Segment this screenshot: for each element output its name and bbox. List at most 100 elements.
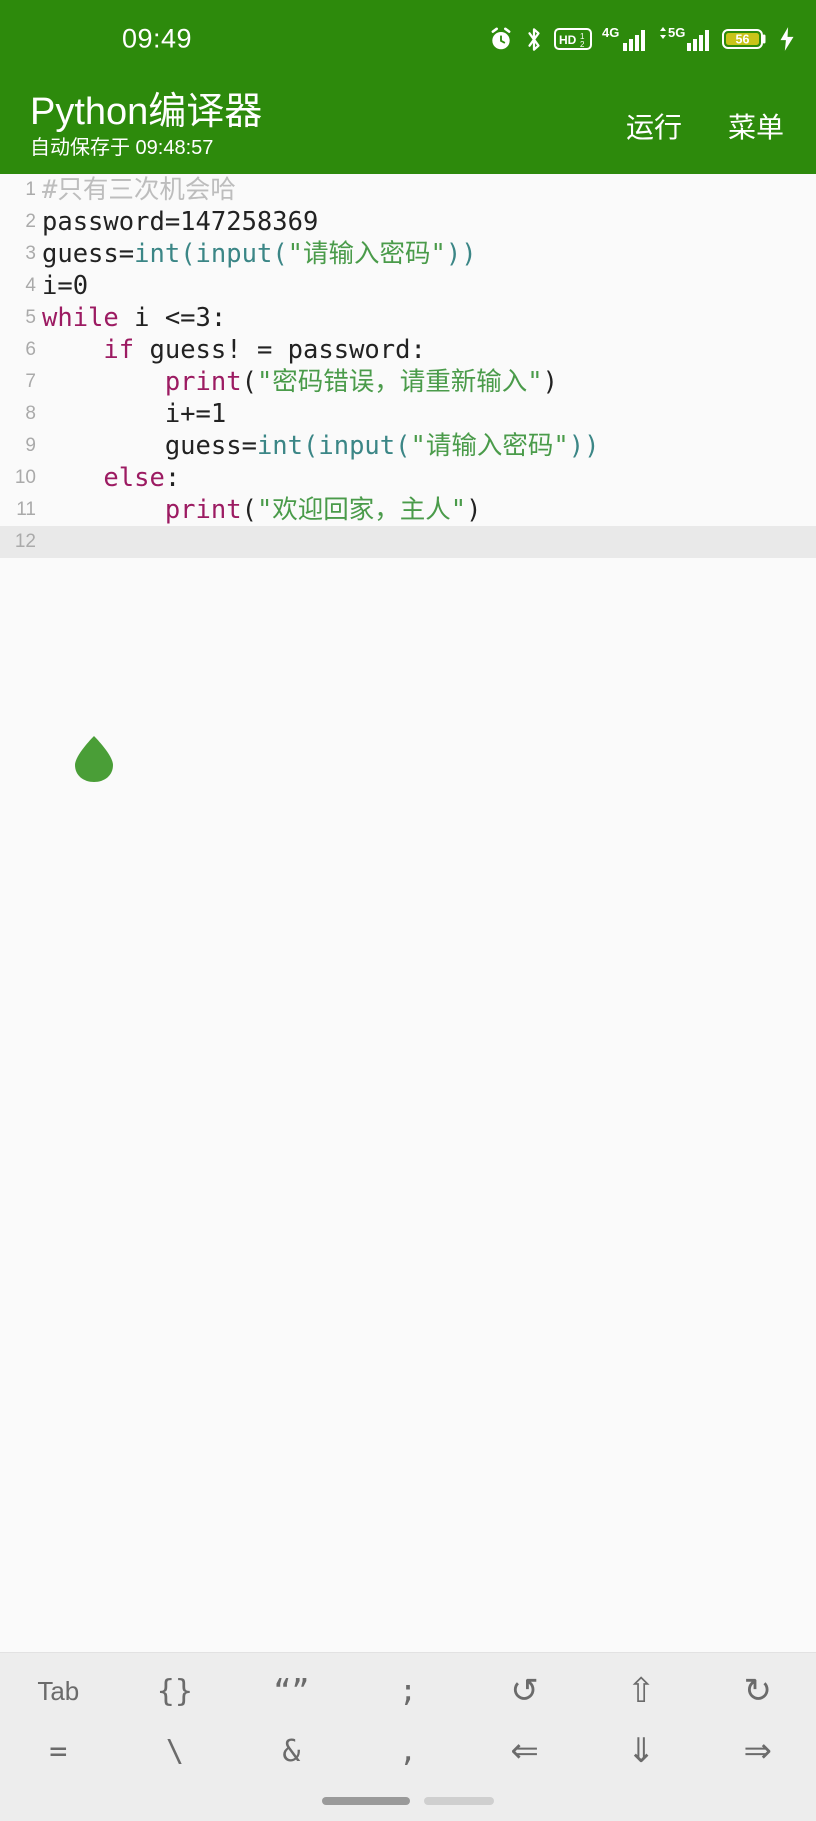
code-token: ) [568,431,585,461]
code-token: if [103,335,135,365]
key-redo[interactable]: ↻ [699,1671,816,1711]
key-arrow-up[interactable]: ⇧ [583,1671,700,1711]
key-semicolon[interactable]: ; [350,1674,467,1709]
menu-button[interactable]: 菜单 [728,106,784,146]
code-token: ) [445,239,462,269]
line-number: 5 [25,307,36,328]
code-line[interactable]: 1 #只有三次机会哈 [0,174,816,206]
key-ampersand[interactable]: & [233,1734,350,1769]
status-bar-icons: HD 1 2 4G 5G 56 [488,24,796,54]
code-line[interactable]: 5 while i <=3: [0,302,816,334]
battery-icon: 56 [722,26,768,52]
code-token: int [134,239,181,269]
signal-5g-icon: 5G [658,24,712,54]
key-undo[interactable]: ↺ [466,1671,583,1711]
status-bar: 09:49 HD 1 2 4G 5G 56 [0,0,816,78]
code-token: ) [542,367,559,397]
code-line[interactable]: 12 [0,526,816,558]
code-line-text[interactable]: print("欢迎回家，主人") [42,494,816,526]
code-line[interactable]: 8 i+=1 [0,398,816,430]
code-token: i <=3: [118,303,227,333]
line-number: 4 [25,275,36,296]
line-number: 10 [14,467,36,488]
nav-gesture-pill-primary[interactable] [322,1797,410,1805]
volte-hd-icon: HD 1 2 [554,26,592,52]
key-arrow-left[interactable]: ⇐ [466,1731,583,1771]
svg-text:HD: HD [559,33,577,47]
code-line[interactable]: 9 guess=int(input("请输入密码")) [0,430,816,462]
code-token: else [103,463,165,493]
code-token: ( [395,431,411,461]
key-arrow-down[interactable]: ⇓ [583,1731,700,1771]
line-number: 2 [25,211,36,232]
key-tab[interactable]: Tab [0,1676,117,1707]
code-token: input [318,431,396,461]
code-line-text[interactable]: guess=int(input("请输入密码")) [42,238,816,270]
code-token: ( [241,367,257,397]
code-token: i+=1 [42,399,227,429]
code-line[interactable]: 10 else: [0,462,816,494]
code-token: guess! = password: [134,335,426,365]
key-equals[interactable]: = [0,1734,117,1769]
nav-gesture-pill-secondary[interactable] [424,1797,494,1805]
autosave-status: 自动保存于 09:48:57 [30,137,214,160]
run-button[interactable]: 运行 [626,106,682,146]
svg-text:5G: 5G [668,25,685,40]
code-token: "请输入密码" [410,431,569,461]
code-line-text[interactable]: i+=1 [42,398,816,430]
line-number: 8 [25,403,36,424]
code-line-text[interactable]: print("密码错误，请重新输入") [42,366,816,398]
code-line-text[interactable]: i=0 [42,270,816,302]
app-bar: Python编译器 自动保存于 09:48:57 运行 菜单 [0,78,816,174]
code-line-text[interactable]: guess=int(input("请输入密码")) [42,430,816,462]
code-line-text[interactable]: password=147258369 [42,206,816,238]
line-number: 12 [14,531,36,552]
code-line[interactable]: 2 password=147258369 [0,206,816,238]
code-token: i=0 [42,271,89,301]
page-title: Python编译器 [30,90,263,133]
code-symbol-toolbar: Tab{} “”; ↺ ⇧ ↻ = \ &, ⇐ ⇓ ⇒ [0,1652,816,1781]
key-backslash[interactable]: \ [117,1734,234,1769]
alarm-icon [488,26,514,52]
app-root: 09:49 HD 1 2 4G 5G 56 Python编译器 自动保存于 09… [0,0,816,1821]
code-lines[interactable]: 1 #只有三次机会哈 2 password=147258369 3 guess=int(i… [0,174,816,558]
code-line-text[interactable]: while i <=3: [42,302,816,334]
key-braces[interactable]: {} [117,1674,234,1709]
code-line[interactable]: 4 i=0 [0,270,816,302]
code-token: password=147258369 [42,207,319,237]
code-token: ) [461,239,477,269]
code-token: guess= [42,239,135,269]
code-token: ( [303,431,319,461]
code-token: guess= [42,431,257,461]
code-token: input [195,239,273,269]
line-number: 7 [25,371,36,392]
code-token: print [164,495,242,525]
code-line[interactable]: 3 guess=int(input("请输入密码")) [0,238,816,270]
toolbar-row-1: Tab{} “”; ↺ ⇧ ↻ [0,1661,816,1721]
text-cursor-handle[interactable] [72,734,116,784]
code-token: ( [241,495,257,525]
code-line[interactable]: 7 print("密码错误，请重新输入") [0,366,816,398]
code-token: ( [180,239,196,269]
app-bar-titles: Python编译器 自动保存于 09:48:57 [30,90,263,160]
code-token: ) [466,495,482,525]
key-comma[interactable]: , [350,1734,467,1769]
code-token: print [164,367,242,397]
code-line-text[interactable]: #只有三次机会哈 [42,174,816,206]
signal-4g-icon: 4G [602,24,648,54]
bluetooth-icon [524,26,544,53]
battery-level-text: 56 [736,33,750,47]
key-arrow-right[interactable]: ⇒ [699,1731,816,1771]
code-editor[interactable]: 1 #只有三次机会哈 2 password=147258369 3 guess=int(i… [0,174,816,1652]
code-line[interactable]: 11 print("欢迎回家，主人") [0,494,816,526]
code-line[interactable]: 6 if guess! = password: [0,334,816,366]
app-bar-actions: 运行 菜单 [626,106,792,146]
code-line-text[interactable]: if guess! = password: [42,334,816,366]
code-line-text[interactable]: else: [42,462,816,494]
key-quotes[interactable]: “” [233,1674,350,1709]
line-number: 9 [25,435,36,456]
code-token: "请输入密码" [287,239,446,269]
line-number: 1 [25,179,36,200]
